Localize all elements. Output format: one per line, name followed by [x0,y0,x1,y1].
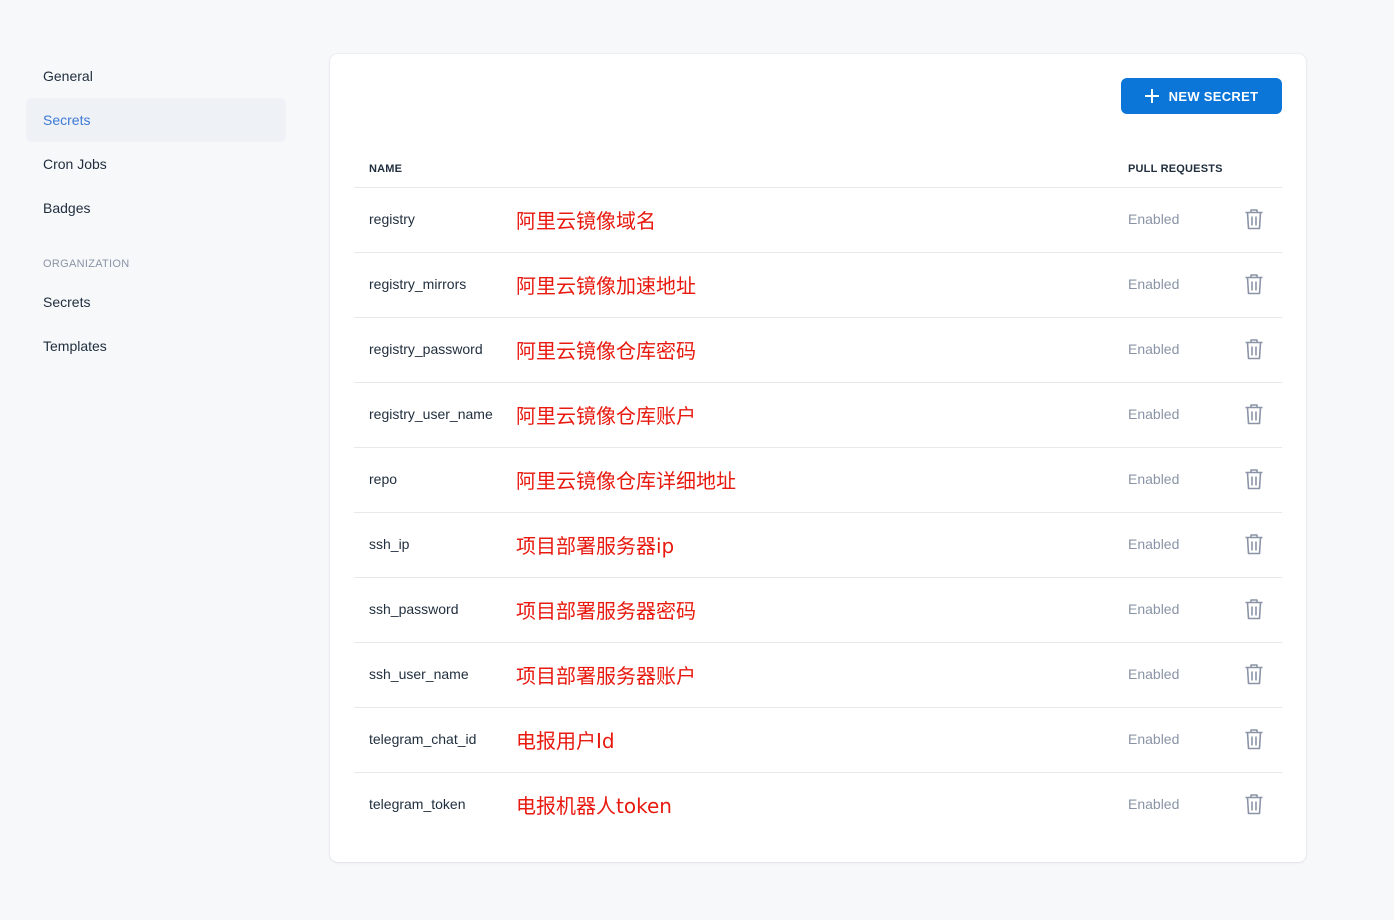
secrets-table: NAME PULL REQUESTS registry 阿里云镜像域名 Enab… [354,150,1282,838]
sidebar-item-secrets[interactable]: Secrets [26,98,286,142]
pull-requests-status: Enabled [1128,276,1180,292]
pull-requests-status: Enabled [1128,471,1180,487]
trash-icon[interactable] [1244,793,1264,815]
settings-page: General Secrets Cron Jobs Badges ORGANIZ… [0,0,1394,920]
organization-heading: ORGANIZATION [43,258,130,270]
table-row: registry_mirrors 阿里云镜像加速地址 Enabled [354,253,1282,318]
pull-requests-status: Enabled [1128,406,1180,422]
new-secret-label: NEW SECRET [1168,88,1259,104]
column-header-name: NAME [369,162,403,175]
pull-requests-status: Enabled [1128,536,1180,552]
trash-icon[interactable] [1244,468,1264,490]
secret-name: registry_password [369,341,483,357]
table-row: ssh_ip 项目部署服务器ip Enabled [354,513,1282,578]
table-row: registry_password 阿里云镜像仓库密码 Enabled [354,318,1282,383]
pull-requests-status: Enabled [1128,731,1180,747]
trash-icon[interactable] [1244,403,1264,425]
table-row: registry 阿里云镜像域名 Enabled [354,188,1282,253]
table-body: registry 阿里云镜像域名 Enabled registry_mirror… [354,188,1282,838]
secret-annotation: 电报用户Id [516,729,615,753]
sidebar-item-cron-jobs[interactable]: Cron Jobs [26,142,286,186]
trash-icon[interactable] [1244,598,1264,620]
table-row: telegram_token 电报机器人token Enabled [354,773,1282,838]
secret-name: repo [369,471,398,487]
secret-name: registry_user_name [369,406,493,422]
secret-annotation: 阿里云镜像仓库账户 [516,404,696,428]
table-row: telegram_chat_id 电报用户Id Enabled [354,708,1282,773]
secrets-card: NEW SECRET NAME PULL REQUESTS registry 阿… [330,54,1306,862]
plus-icon [1144,89,1159,103]
secret-name: telegram_chat_id [369,731,477,747]
settings-sidebar: General Secrets Cron Jobs Badges ORGANIZ… [26,54,286,368]
trash-icon[interactable] [1244,273,1264,295]
trash-icon[interactable] [1244,338,1264,360]
secret-annotation: 阿里云镜像仓库详细地址 [516,469,736,493]
pull-requests-status: Enabled [1128,211,1180,227]
column-header-pull-requests: PULL REQUESTS [1128,162,1223,175]
secret-name: registry [369,211,415,227]
secret-annotation: 电报机器人token [516,794,672,818]
secret-name: telegram_token [369,796,466,812]
secret-annotation: 阿里云镜像域名 [516,209,656,233]
table-header: NAME PULL REQUESTS [354,150,1282,188]
secret-annotation: 项目部署服务器账户 [516,664,696,688]
table-row: ssh_password 项目部署服务器密码 Enabled [354,578,1282,643]
new-secret-button[interactable]: NEW SECRET [1121,78,1282,114]
pull-requests-status: Enabled [1128,341,1180,357]
table-row: repo 阿里云镜像仓库详细地址 Enabled [354,448,1282,513]
secret-annotation: 项目部署服务器ip [516,534,675,558]
trash-icon[interactable] [1244,208,1264,230]
pull-requests-status: Enabled [1128,601,1180,617]
sidebar-item-general[interactable]: General [26,54,286,98]
pull-requests-status: Enabled [1128,796,1180,812]
secret-annotation: 阿里云镜像仓库密码 [516,339,696,363]
secret-annotation: 阿里云镜像加速地址 [516,274,696,298]
sidebar-item-org-secrets[interactable]: Secrets [26,280,286,324]
secret-name: ssh_user_name [369,666,469,682]
secret-annotation: 项目部署服务器密码 [516,599,696,623]
trash-icon[interactable] [1244,663,1264,685]
secret-name: ssh_ip [369,536,410,552]
secret-name: registry_mirrors [369,276,467,292]
trash-icon[interactable] [1244,533,1264,555]
trash-icon[interactable] [1244,728,1264,750]
pull-requests-status: Enabled [1128,666,1180,682]
sidebar-item-badges[interactable]: Badges [26,186,286,230]
secret-name: ssh_password [369,601,459,617]
table-row: registry_user_name 阿里云镜像仓库账户 Enabled [354,383,1282,448]
sidebar-item-templates[interactable]: Templates [26,324,286,368]
table-row: ssh_user_name 项目部署服务器账户 Enabled [354,643,1282,708]
